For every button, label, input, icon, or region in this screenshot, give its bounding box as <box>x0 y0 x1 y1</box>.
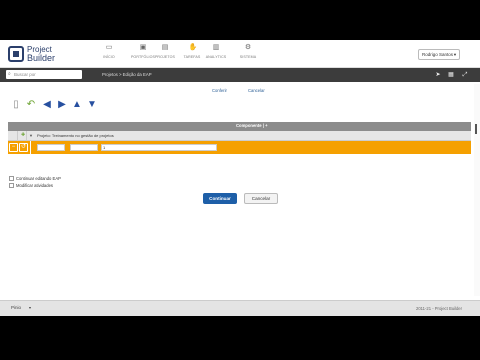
chart-icon: ▥ <box>212 44 220 51</box>
row-delete-icon[interactable]: − <box>9 143 18 152</box>
option-checkbox-2[interactable] <box>9 183 14 188</box>
chevron-down-icon: ▼ <box>453 52 457 57</box>
nav-inicio[interactable]: ▭ INÍCIO <box>94 44 124 59</box>
continue-button[interactable]: Continuar <box>203 193 237 204</box>
language-label: Pinio <box>11 305 22 310</box>
action-links: Conferir Cancelar <box>0 88 480 96</box>
nav-label: SISTEMA <box>239 55 257 59</box>
print-icon[interactable]: ▦ <box>447 71 455 79</box>
add-icon[interactable]: ✚ <box>21 132 25 138</box>
row-undo-icon[interactable]: ↺ <box>19 143 28 152</box>
sort-icon[interactable]: ▼ <box>29 133 33 138</box>
nav-label: PROJETOS <box>154 55 176 59</box>
grid-cell <box>8 131 18 141</box>
table-row[interactable]: − ↺ 1 <box>8 141 471 154</box>
clipboard-icon: ▤ <box>161 44 169 51</box>
search-input[interactable]: ⌕ Buscar por <box>6 70 82 79</box>
undo-icon[interactable]: ↶ <box>25 99 37 111</box>
grid-header: Componente | + <box>8 122 471 131</box>
logo-mark-icon <box>8 46 24 62</box>
nav-sistema[interactable]: ⚙ SISTEMA <box>233 44 263 59</box>
cancel-link[interactable]: Cancelar <box>248 88 265 93</box>
app-window: Project Builder ▭ INÍCIO ▣ PORTFÓLIOS ▤ … <box>0 40 480 316</box>
arrow-down-icon[interactable]: ▼ <box>86 99 98 111</box>
chevron-down-icon: ▼ <box>28 306 32 310</box>
user-menu[interactable]: Rodrigo Santos ▼ <box>418 49 460 60</box>
arrow-right-icon[interactable]: ▶ <box>56 99 68 111</box>
edit-link[interactable]: Conferir <box>212 88 227 93</box>
grid-toolbar: ▯ ↶ ◀ ▶ ▲ ▼ <box>10 99 120 113</box>
language-selector[interactable]: Pinio ▼ <box>11 305 32 310</box>
option-label-1: Continuar editando EAP <box>16 176 61 181</box>
breadcrumb: Projetos > Edição da EAP <box>102 72 152 77</box>
arrow-left-icon[interactable]: ◀ <box>41 99 53 111</box>
cancel-button[interactable]: Cancelar <box>244 193 278 204</box>
copyright: 2011-21 - Project Builder <box>415 306 462 311</box>
grid-first-column: Projeto: Treinamento no gestão de projet… <box>37 133 114 138</box>
nav-label: INÍCIO <box>103 55 115 59</box>
send-icon[interactable]: ➤ <box>434 71 442 79</box>
top-header: Project Builder ▭ INÍCIO ▣ PORTFÓLIOS ▤ … <box>0 40 480 68</box>
search-placeholder: Buscar por <box>14 72 36 77</box>
nav-analytics[interactable]: ▥ ANALYTICS <box>201 44 231 59</box>
user-name: Rodrigo Santos <box>422 52 454 57</box>
arrow-up-icon[interactable]: ▲ <box>71 99 83 111</box>
grid-header-title: Componente | + <box>236 123 268 128</box>
search-icon: ⌕ <box>8 71 11 77</box>
option-label-2: Modificar atividades <box>16 183 54 188</box>
row-field-2[interactable] <box>70 144 98 151</box>
scrollbar-thumb[interactable] <box>475 124 477 134</box>
gear-icon: ⚙ <box>244 44 252 51</box>
divider <box>30 141 31 154</box>
monitor-icon: ▭ <box>105 44 113 51</box>
document-icon[interactable]: ▯ <box>10 99 22 111</box>
logo-line2: Builder <box>27 53 56 63</box>
logo[interactable]: Project Builder <box>8 45 68 65</box>
row-field-1[interactable] <box>37 144 65 151</box>
option-checkbox-1[interactable] <box>9 176 14 181</box>
row-field-name[interactable]: 1 <box>101 144 217 151</box>
nav-projetos[interactable]: ▤ PROJETOS <box>150 44 180 59</box>
toolbar: ⌕ Buscar por Projetos > Edição da EAP ➤ … <box>0 68 480 82</box>
nav-label: ANALYTICS <box>205 55 227 59</box>
footer: Pinio ▼ 2011-21 - Project Builder <box>0 300 480 316</box>
expand-icon[interactable]: ⤢ <box>461 71 469 79</box>
hand-icon: ✋ <box>188 44 198 51</box>
scrollbar[interactable] <box>474 84 480 296</box>
grid-subheader: ✚ ▼ Projeto: Treinamento no gestão de pr… <box>8 131 471 141</box>
briefcase-icon: ▣ <box>139 44 147 51</box>
